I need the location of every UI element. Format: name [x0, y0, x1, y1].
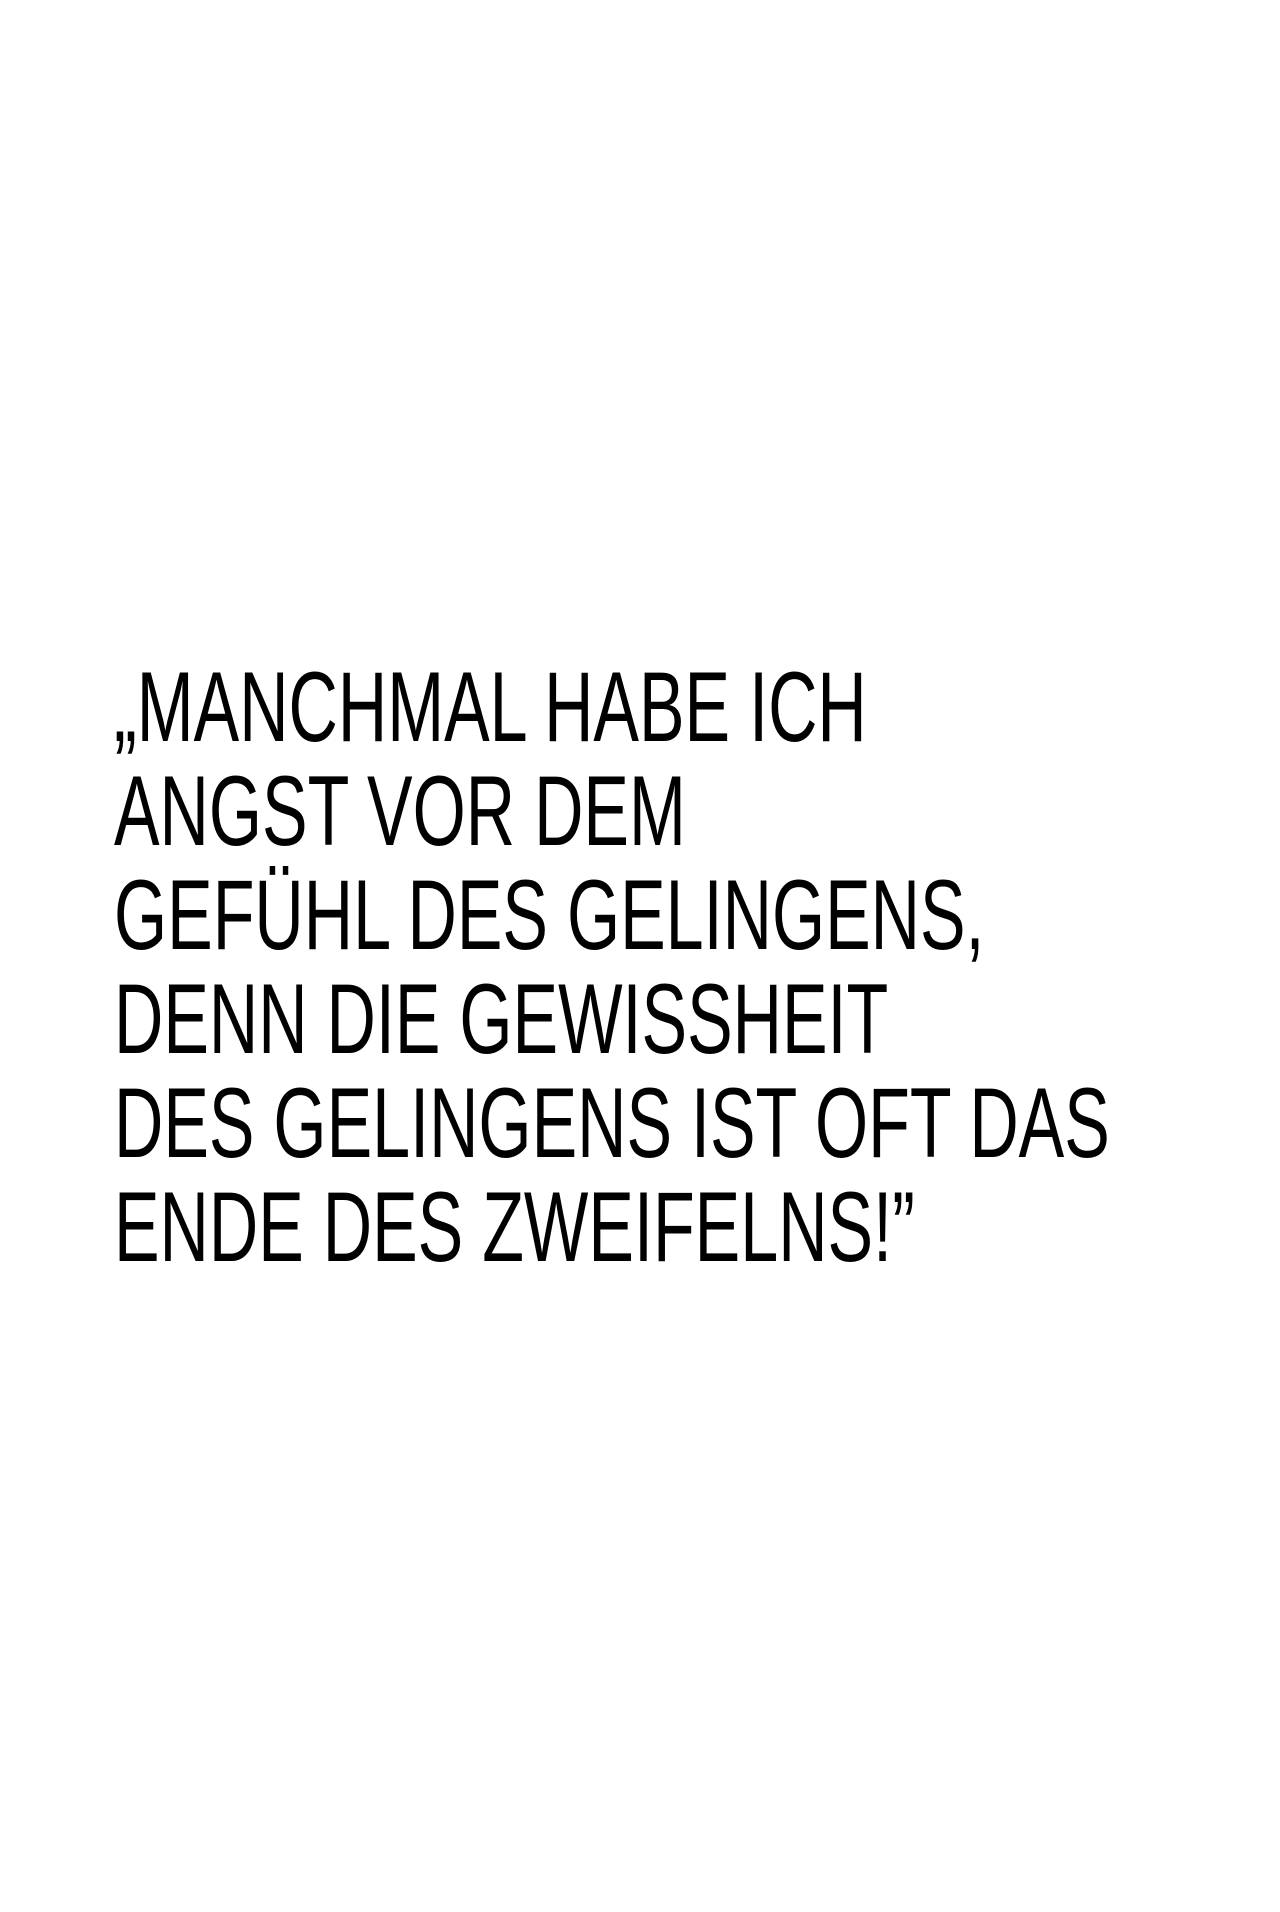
quote-line: ANGST VOR DEM — [114, 755, 686, 866]
quote-line: ENDE DES ZWEIFELNS!” — [114, 1171, 915, 1282]
quote-text: „MANCHMAL HABE ICH ANGST VOR DEM GEFÜHL … — [114, 655, 1110, 1279]
quote-line: DENN DIE GEWISSHEIT — [114, 963, 889, 1074]
quote-line: GEFÜHL DES GELINGENS, — [114, 859, 985, 970]
quote-line: „MANCHMAL HABE ICH — [114, 651, 867, 762]
quote-line: DES GELINGENS IST OFT DAS — [114, 1067, 1110, 1178]
